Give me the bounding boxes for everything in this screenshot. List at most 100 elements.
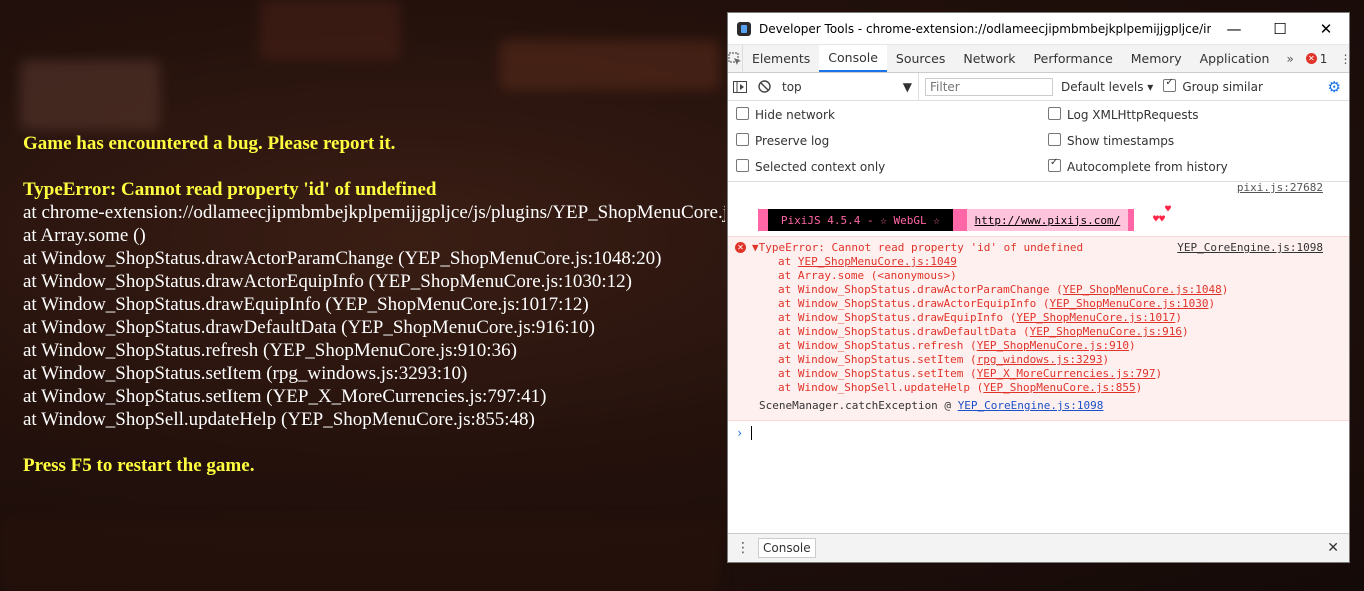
dropdown-arrow-icon: ▼ [902, 79, 912, 94]
stack-line: at Window_ShopSell.updateHelp (YEP_ShopM… [23, 409, 535, 430]
minimize-button[interactable]: — [1211, 13, 1257, 44]
console-prompt[interactable]: › [728, 423, 753, 443]
checkbox-icon [736, 107, 749, 120]
bg-blur-shape [260, 0, 400, 60]
stack-frame: at Window_ShopStatus.refresh (YEP_ShopMe… [778, 339, 1136, 352]
stack-frame: at Window_ShopStatus.drawEquipInfo (YEP_… [778, 311, 1182, 324]
tab-application[interactable]: Application [1191, 45, 1279, 72]
stack-frame-link[interactable]: YEP_ShopMenuCore.js:1030 [1050, 297, 1209, 310]
console-settings-panel: Hide network Preserve log Selected conte… [728, 101, 1349, 182]
checkbox-icon [1048, 157, 1061, 172]
tab-sources[interactable]: Sources [887, 45, 954, 72]
context-selector[interactable]: top ▼ [782, 73, 919, 100]
stack-frame: at Window_ShopStatus.drawActorEquipInfo … [778, 297, 1216, 310]
error-text: TypeError: Cannot read property 'id' of … [758, 241, 1084, 254]
tab-memory[interactable]: Memory [1122, 45, 1191, 72]
close-drawer-icon[interactable]: ✕ [1327, 540, 1339, 556]
log-levels-label: Default levels [1061, 79, 1144, 94]
devtools-titlebar: Developer Tools - chrome-extension://odl… [728, 13, 1349, 45]
checkbox-icon [1048, 133, 1061, 146]
group-similar-checkbox[interactable]: Group similar [1163, 77, 1263, 94]
stack-frame-link[interactable]: YEP_ShopMenuCore.js:910 [977, 339, 1129, 352]
filter-input[interactable] [925, 77, 1053, 96]
close-window-button[interactable]: ✕ [1303, 13, 1349, 44]
setting-label: Log XMLHttpRequests [1067, 108, 1199, 122]
console-drawer: ⋮ Console ✕ [728, 533, 1349, 562]
window-title: Developer Tools - chrome-extension://odl… [759, 21, 1211, 36]
stack-frame: at Window_ShopStatus.setItem (YEP_X_More… [778, 367, 1163, 380]
game-error-title: TypeError: Cannot read property 'id' of … [23, 179, 437, 200]
inspect-element-icon[interactable] [728, 45, 743, 72]
setting-label: Show timestamps [1067, 134, 1175, 148]
stack-frame-link[interactable]: YEP_ShopMenuCore.js:1048 [1063, 283, 1222, 296]
devtools-menu-icon[interactable]: ⋮ [1331, 45, 1359, 72]
setting-label: Preserve log [755, 134, 830, 148]
context-value: top [782, 79, 802, 94]
game-error-footer: Press F5 to restart the game. [23, 455, 255, 476]
catch-exception-line: SceneManager.catchException @ YEP_CoreEn… [759, 399, 1104, 412]
preserve-log-checkbox[interactable]: Preserve log [736, 133, 829, 148]
error-count-badge[interactable]: ✕ 1 [1302, 45, 1332, 72]
clear-console-icon[interactable] [752, 80, 776, 93]
show-timestamps-checkbox[interactable]: Show timestamps [1048, 133, 1174, 148]
stack-frame-link[interactable]: rpg_windows.js:3293 [977, 353, 1103, 366]
drawer-menu-icon[interactable]: ⋮ [728, 540, 758, 556]
stack-frame: at Window_ShopSell.updateHelp (YEP_ShopM… [778, 381, 1143, 394]
pixi-source-link[interactable]: pixi.js:27682 [1237, 181, 1323, 194]
drawer-tab-console[interactable]: Console [758, 538, 816, 558]
log-xhr-checkbox[interactable]: Log XMLHttpRequests [1048, 107, 1199, 122]
stack-frame-link[interactable]: YEP_ShopMenuCore.js:855 [983, 381, 1135, 394]
tab-console[interactable]: Console [819, 45, 887, 72]
stack-line: at Window_ShopStatus.drawActorEquipInfo … [23, 271, 632, 292]
sidebar-toggle-icon[interactable] [728, 80, 752, 93]
stack-trace: at YEP_ShopMenuCore.js:1049 at Array.som… [778, 255, 1228, 395]
stack-line: at Array.some () [23, 225, 146, 246]
stack-frame-link[interactable]: YEP_X_MoreCurrencies.js:797 [977, 367, 1156, 380]
game-error-panel: Game has encountered a bug. Please repor… [23, 132, 725, 477]
pixi-banner: PixiJS 4.5.4 - ☆ WebGL ☆ http://www.pixi… [758, 209, 1134, 231]
selected-context-checkbox[interactable]: Selected context only [736, 159, 885, 174]
stack-line: at Window_ShopStatus.refresh (YEP_ShopMe… [23, 340, 517, 361]
text-caret [751, 426, 753, 440]
stack-frame: at Window_ShopStatus.drawActorParamChang… [778, 283, 1229, 296]
error-source-link[interactable]: YEP_CoreEngine.js:1098 [1177, 241, 1323, 254]
checkbox-icon [1048, 107, 1061, 120]
error-count: 1 [1319, 51, 1328, 66]
stack-frame-link[interactable]: YEP_ShopMenuCore.js:916 [1030, 325, 1182, 338]
prompt-chevron-icon: › [736, 426, 744, 440]
console-output: pixi.js:27682 PixiJS 4.5.4 - ☆ WebGL ☆ h… [728, 179, 1349, 534]
console-error-message: ✕ ▼TypeError: Cannot read property 'id' … [728, 236, 1349, 421]
gear-icon[interactable]: ⚙ [1328, 78, 1341, 96]
pixi-url-link[interactable]: http://www.pixijs.com/ [975, 214, 1121, 227]
hearts-icon: ♥ ♥♥ [1153, 204, 1172, 225]
bg-blur-shape [20, 60, 160, 130]
more-tabs-button[interactable]: » [1278, 45, 1301, 72]
devtools-tabbar: Elements Console Sources Network Perform… [728, 45, 1351, 73]
group-similar-label: Group similar [1182, 80, 1263, 94]
stack-frame: at YEP_ShopMenuCore.js:1049 [778, 255, 957, 268]
expand-triangle-icon: ▼ [752, 241, 759, 254]
checkbox-icon [736, 159, 749, 172]
devtools-window: Developer Tools - chrome-extension://odl… [727, 12, 1351, 563]
stack-frame-link[interactable]: YEP_ShopMenuCore.js:1049 [798, 255, 957, 268]
stack-frame-link[interactable]: YEP_ShopMenuCore.js:1017 [1016, 311, 1175, 324]
stack-line: at chrome-extension://odlameecjipmbmbejk… [23, 202, 725, 223]
bg-blur-shape [0, 520, 720, 591]
error-expand-toggle[interactable]: ▼TypeError: Cannot read property 'id' of… [752, 241, 1083, 254]
stack-line: at Window_ShopStatus.setItem (YEP_X_More… [23, 386, 547, 407]
tab-elements[interactable]: Elements [743, 45, 819, 72]
autocomplete-checkbox[interactable]: Autocomplete from history [1048, 157, 1228, 174]
log-levels-dropdown[interactable]: Default levels ▾ [1061, 80, 1153, 94]
catch-source-link[interactable]: YEP_CoreEngine.js:1098 [958, 399, 1104, 412]
stack-frame: at Array.some (<anonymous>) [778, 269, 957, 282]
maximize-button[interactable]: ☐ [1257, 13, 1303, 44]
hide-network-checkbox[interactable]: Hide network [736, 107, 835, 122]
stack-frame: at Window_ShopStatus.drawDefaultData (YE… [778, 325, 1189, 338]
game-error-header: Game has encountered a bug. Please repor… [23, 133, 396, 154]
error-icon: ✕ [735, 242, 746, 253]
setting-label: Autocomplete from history [1067, 160, 1228, 174]
tab-network[interactable]: Network [954, 45, 1024, 72]
stack-frame: at Window_ShopStatus.setItem (rpg_window… [778, 353, 1110, 366]
tab-performance[interactable]: Performance [1025, 45, 1122, 72]
devtools-app-icon [737, 21, 751, 36]
